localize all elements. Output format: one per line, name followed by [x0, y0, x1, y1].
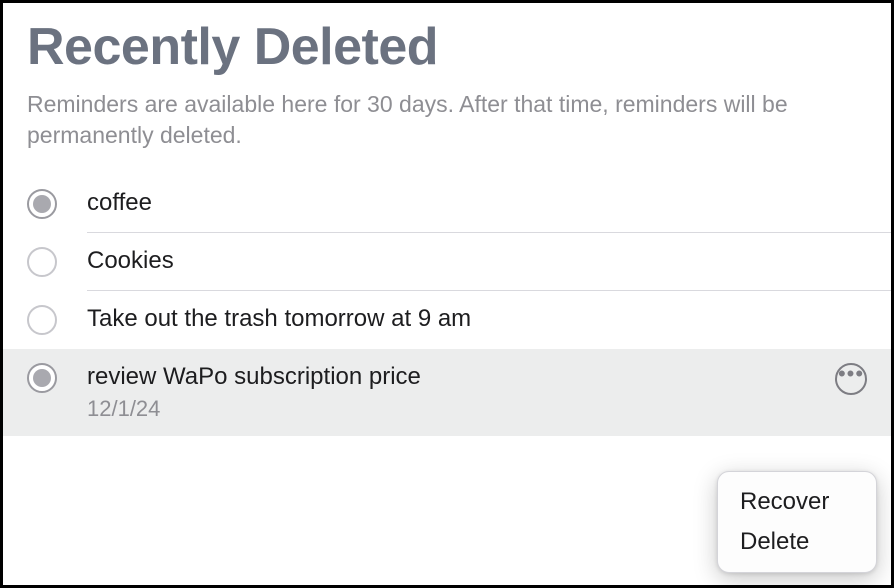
reminders-list: coffee Cookies Take out the trash tomorr…: [3, 175, 891, 436]
reminder-date: 12/1/24: [87, 396, 835, 422]
reminder-title: coffee: [87, 189, 867, 218]
page-subtitle: Reminders are available here for 30 days…: [27, 89, 867, 151]
recently-deleted-view: Recently Deleted Reminders are available…: [0, 0, 894, 588]
more-options-icon[interactable]: •••: [835, 363, 867, 395]
page-title: Recently Deleted: [27, 17, 867, 77]
reminder-row[interactable]: Cookies: [3, 233, 891, 291]
reminder-content: coffee: [87, 189, 867, 219]
completion-circle-icon[interactable]: [27, 247, 57, 277]
reminder-row-selected[interactable]: review WaPo subscription price 12/1/24 •…: [3, 349, 891, 436]
recover-menu-item[interactable]: Recover: [718, 482, 876, 522]
header: Recently Deleted Reminders are available…: [3, 3, 891, 175]
completion-circle-icon[interactable]: [27, 189, 57, 219]
reminder-title: review WaPo subscription price: [87, 363, 835, 392]
delete-menu-item[interactable]: Delete: [718, 522, 876, 562]
completion-circle-icon[interactable]: [27, 363, 57, 393]
reminder-row[interactable]: coffee: [3, 175, 891, 233]
reminder-title: Take out the trash tomorrow at 9 am: [87, 305, 867, 334]
reminder-content: Take out the trash tomorrow at 9 am: [87, 305, 867, 335]
completion-circle-icon[interactable]: [27, 305, 57, 335]
reminder-row[interactable]: Take out the trash tomorrow at 9 am: [3, 291, 891, 349]
context-menu: Recover Delete: [717, 471, 877, 573]
reminder-content: Cookies: [87, 247, 867, 277]
reminder-title: Cookies: [87, 247, 867, 276]
reminder-content: review WaPo subscription price 12/1/24: [87, 363, 835, 422]
